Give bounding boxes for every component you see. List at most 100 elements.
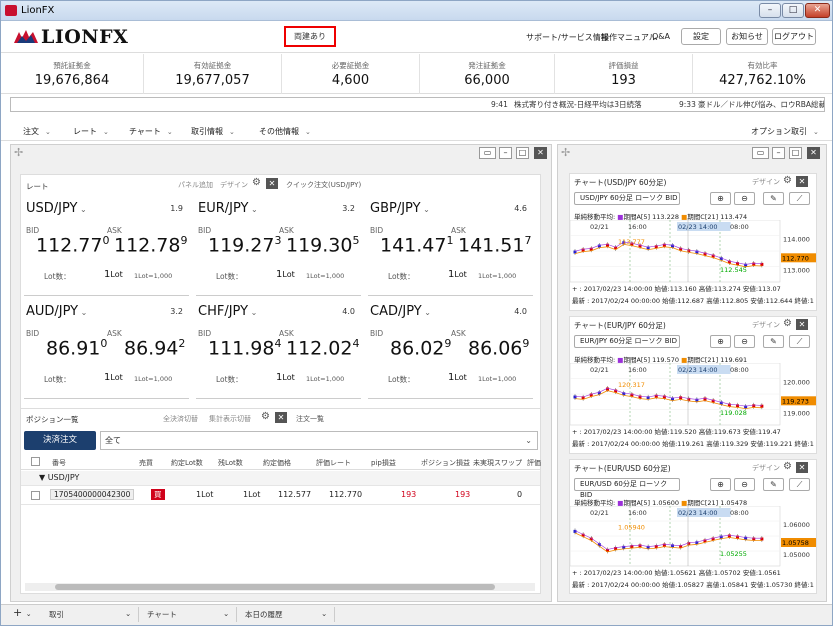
col-header[interactable]: 約定価格 — [263, 458, 291, 468]
bid-price[interactable]: 141.471 — [380, 234, 453, 256]
ticker-headline[interactable]: 株式寄り付き概況-日経平均は3日続落 — [514, 98, 641, 111]
ask-price[interactable]: 141.517 — [458, 234, 531, 256]
close-icon[interactable]: ✕ — [796, 319, 808, 330]
zoom-out-icon[interactable]: ⊖ — [734, 478, 755, 491]
gear-icon[interactable]: ⚙ — [252, 178, 262, 188]
chart-symbol-select[interactable]: USD/JPY 60分足 ローソク BID — [574, 192, 680, 205]
rate-tile-eurjpy[interactable]: EUR/JPY ⌄ 3.2 BID ASK 119.273 119.305 Lo… — [196, 201, 361, 296]
indicator-icon[interactable]: ⟋ — [789, 192, 810, 205]
lot-input[interactable]: 1Lot — [448, 372, 467, 383]
close-icon[interactable]: ✕ — [796, 462, 808, 473]
settings-button[interactable]: 設定 — [681, 28, 721, 45]
design-link[interactable]: デザイン — [752, 177, 780, 187]
ask-price[interactable]: 112.789 — [114, 234, 187, 256]
minimize-pane-icon[interactable]: – — [772, 147, 785, 159]
bid-price[interactable]: 86.029 — [390, 337, 451, 359]
col-header[interactable]: 売買 — [139, 458, 153, 468]
zoom-out-icon[interactable]: ⊖ — [734, 335, 755, 348]
drag-handle-icon[interactable]: ✢ — [561, 146, 570, 159]
close-icon[interactable]: ✕ — [275, 412, 287, 423]
col-header[interactable]: 番号 — [52, 458, 66, 468]
design-link[interactable]: デザイン — [752, 320, 780, 330]
minimize-button[interactable]: – — [759, 3, 781, 18]
lot-input[interactable]: 1Lot — [104, 372, 123, 383]
settle-order-button[interactable]: 決済注文 — [24, 431, 96, 450]
rate-tile-audjpy[interactable]: AUD/JPY ⌄ 3.2 BID ASK 86.910 86.942 Lot数… — [24, 304, 189, 399]
bid-price[interactable]: 119.273 — [208, 234, 281, 256]
bid-price[interactable]: 112.770 — [36, 234, 109, 256]
bottom-tab-chart[interactable]: チャート ⌄ — [141, 607, 237, 622]
close-pane-icon[interactable]: ✕ — [534, 147, 547, 159]
chart-symbol-select[interactable]: EUR/USD 60分足 ローソク BID — [574, 478, 680, 499]
minimize-pane-icon[interactable]: – — [499, 147, 512, 159]
draw-icon[interactable]: ✎ — [763, 192, 784, 205]
logout-button[interactable]: ログアウト — [772, 28, 816, 45]
col-header[interactable]: 未実現スワップ — [473, 458, 522, 468]
bulk-close-toggle[interactable]: 全決済切替 — [163, 414, 198, 424]
lot-input[interactable]: 1Lot — [104, 269, 123, 280]
close-icon[interactable]: ✕ — [796, 176, 808, 187]
ask-price[interactable]: 112.024 — [286, 337, 359, 359]
zoom-in-icon[interactable]: ⊕ — [710, 192, 731, 205]
col-header[interactable]: 残Lot数 — [218, 458, 243, 468]
close-pane-icon[interactable]: ✕ — [807, 147, 820, 159]
horizontal-scrollbar[interactable] — [25, 583, 535, 591]
pair-name[interactable]: CHF/JPY ⌄ — [198, 304, 257, 319]
layout-dropdown-icon[interactable]: ▭ — [479, 147, 496, 159]
design-link[interactable]: デザイン — [220, 180, 248, 190]
add-tab-icon[interactable]: + ⌄ — [13, 606, 32, 619]
ask-price[interactable]: 86.069 — [468, 337, 529, 359]
rate-tile-usdjpy[interactable]: USD/JPY ⌄ 1.9 BID ASK 112.770 112.789 Lo… — [24, 201, 189, 296]
menu-other-info[interactable]: その他情報 ⌄ — [259, 126, 311, 137]
zoom-in-icon[interactable]: ⊕ — [710, 335, 731, 348]
menu-rate[interactable]: レート ⌄ — [73, 126, 109, 137]
ticker-headline[interactable]: 豪ドル／ドル伸び悩み、ロウRBA総裁の豪ドル — [698, 98, 824, 111]
lot-input[interactable]: 1Lot — [276, 372, 295, 383]
maximize-pane-icon[interactable]: □ — [516, 147, 529, 159]
close-icon[interactable]: ✕ — [266, 178, 278, 189]
scrollbar-thumb[interactable] — [55, 584, 495, 590]
zoom-in-icon[interactable]: ⊕ — [710, 478, 731, 491]
chart-canvas-eurjpy[interactable]: 02/21 16:00 02/23 14:00 08:00 120.000 119.000… — [570, 363, 816, 435]
menu-options[interactable]: オプション取引 ⌄ — [751, 126, 819, 137]
maximize-button[interactable]: □ — [782, 3, 804, 18]
both-ways-indicator[interactable]: 両建あり — [284, 26, 336, 47]
drag-handle-icon[interactable]: ✢ — [14, 146, 23, 159]
qa-link[interactable]: Q&A — [652, 32, 670, 41]
maximize-pane-icon[interactable]: □ — [789, 147, 802, 159]
close-window-button[interactable]: ✕ — [805, 3, 830, 18]
rate-tile-cadjpy[interactable]: CAD/JPY ⌄ 4.0 BID ASK 86.029 86.069 Lot数… — [368, 304, 533, 399]
group-toggle[interactable]: ▼ USD/JPY — [39, 473, 79, 482]
menu-chart[interactable]: チャート ⌄ — [129, 126, 173, 137]
news-ticker[interactable]: 9:41 株式寄り付き概況-日経平均は3日続落 9:33 豪ドル／ドル伸び悩み、… — [10, 97, 825, 112]
chart-canvas-usdjpy[interactable]: 02/21 16:00 02/23 14:00 08:00 114.000 113.000… — [570, 220, 816, 292]
col-header[interactable]: 評価 — [527, 458, 541, 468]
indicator-icon[interactable]: ⟋ — [789, 335, 810, 348]
gear-icon[interactable]: ⚙ — [261, 412, 271, 422]
table-row[interactable]: 1705400000042300 買 1Lot 1Lot 112.577 112… — [21, 486, 540, 505]
draw-icon[interactable]: ✎ — [763, 478, 784, 491]
bid-price[interactable]: 86.910 — [46, 337, 107, 359]
aggregate-toggle[interactable]: 集計表示切替 — [209, 414, 251, 424]
select-all-checkbox[interactable] — [31, 457, 40, 466]
orders-list-tab[interactable]: 注文一覧 — [296, 414, 324, 424]
quick-order-link[interactable]: クイック注文(USD/JPY) — [286, 180, 361, 190]
pair-name[interactable]: USD/JPY ⌄ — [26, 201, 87, 216]
menu-trade-info[interactable]: 取引情報 ⌄ — [191, 126, 235, 137]
draw-icon[interactable]: ✎ — [763, 335, 784, 348]
pair-name[interactable]: GBP/JPY ⌄ — [370, 201, 430, 216]
lot-input[interactable]: 1Lot — [448, 269, 467, 280]
chart-canvas-eurusd[interactable]: 02/21 16:00 02/23 14:00 08:00 1.06000 1.05000… — [570, 506, 816, 576]
position-filter-select[interactable]: 全て ⌄ — [100, 431, 538, 450]
design-link[interactable]: デザイン — [752, 463, 780, 473]
bid-price[interactable]: 111.984 — [208, 337, 281, 359]
layout-dropdown-icon[interactable]: ▭ — [752, 147, 769, 159]
gear-icon[interactable]: ⚙ — [783, 176, 793, 186]
manual-link[interactable]: 操作マニュアル — [601, 32, 657, 43]
col-header[interactable]: 約定Lot数 — [171, 458, 203, 468]
indicator-icon[interactable]: ⟋ — [789, 478, 810, 491]
ask-price[interactable]: 86.942 — [124, 337, 185, 359]
bottom-tab-history[interactable]: 本日の履歴 ⌄ — [239, 607, 335, 622]
pair-name[interactable]: EUR/JPY ⌄ — [198, 201, 258, 216]
group-row[interactable]: ▼ USD/JPY — [21, 471, 540, 486]
